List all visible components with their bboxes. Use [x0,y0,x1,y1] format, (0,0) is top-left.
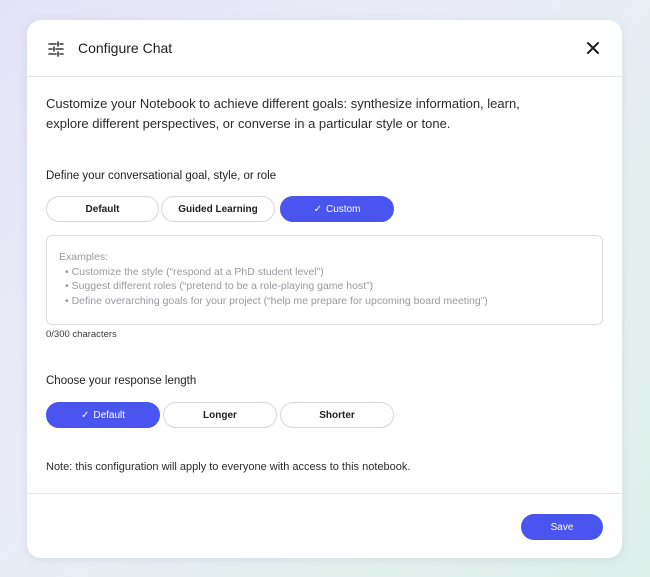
placeholder-example: • Suggest different roles (“pretend to b… [65,280,374,292]
tune-icon [48,41,64,57]
goal-option-guided-learning[interactable]: Guided Learning [161,196,275,222]
length-section-label: Choose your response length [46,375,197,387]
goal-option-custom[interactable]: ✓ Custom [280,196,394,222]
configuration-note: Note: this configuration will apply to e… [46,461,411,473]
configure-chat-dialog: Configure Chat Customize your Notebook t… [27,20,622,558]
footer-divider [27,493,622,494]
check-icon: ✓ [80,409,90,421]
length-option-label: Shorter [319,409,355,421]
length-option-shorter[interactable]: Shorter [280,402,394,428]
goal-option-label: Custom [325,203,361,215]
close-icon[interactable] [585,40,601,56]
goal-option-label: Default [85,203,120,215]
character-counter: 0/300 characters [46,329,117,340]
goal-section-label: Define your conversational goal, style, … [46,170,277,182]
length-option-label: Longer [203,409,237,421]
length-option-longer[interactable]: Longer [163,402,277,428]
placeholder-heading: Examples: [59,251,109,263]
placeholder-example: • Define overarching goals for your proj… [65,294,488,307]
check-icon: ✓ [313,203,322,215]
length-option-label: Default [93,409,126,421]
placeholder-example: • Customize the style (“respond at a PhD… [65,265,324,278]
goal-option-default[interactable]: Default [46,196,159,222]
goal-option-label: Guided Learning [178,203,258,215]
custom-goal-textarea[interactable]: Examples: • Customize the style (“respon… [46,235,603,325]
save-button[interactable]: Save [521,514,603,540]
dialog-title: Configure Chat [78,40,173,56]
intro-text: Customize your Notebook to achieve diffe… [46,96,520,131]
dialog-header: Configure Chat [27,20,622,77]
length-option-default[interactable]: ✓ Default [46,402,160,428]
